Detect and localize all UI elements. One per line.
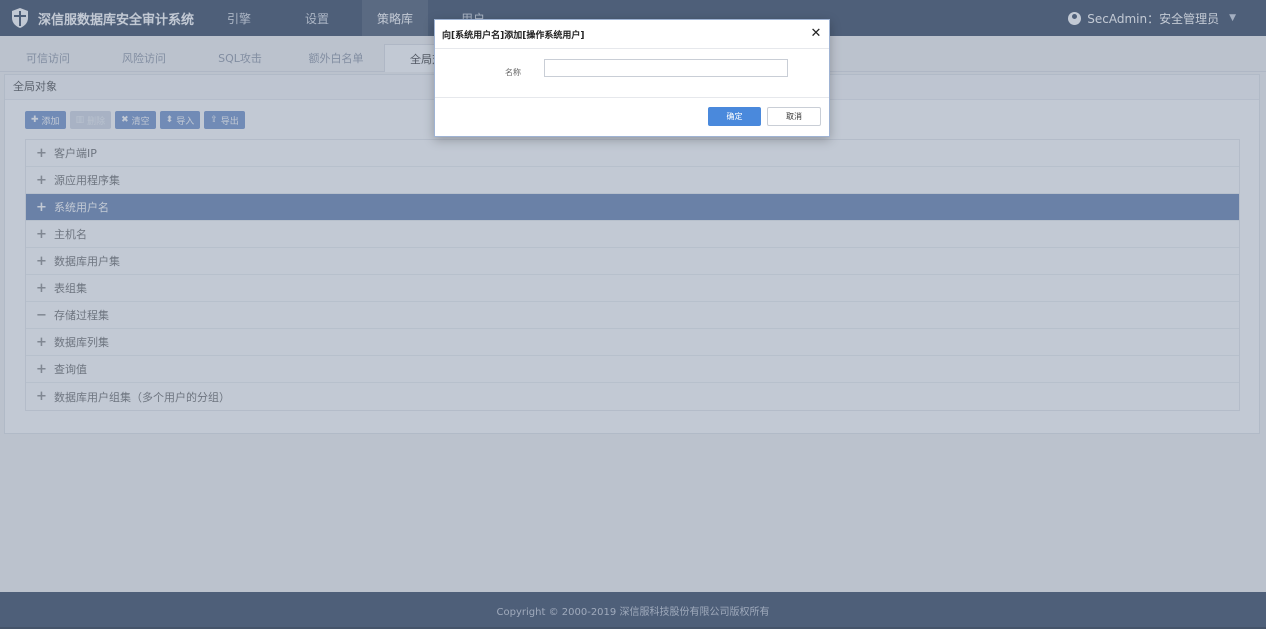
cancel-button[interactable]: 取消	[767, 107, 821, 126]
name-input[interactable]	[544, 59, 788, 77]
name-field-label: 名称	[505, 68, 521, 77]
confirm-button[interactable]: 确定	[708, 107, 761, 126]
add-os-user-dialog: 向[系统用户名]添加[操作系统用户] ✕ 名称 确定 取消	[434, 19, 830, 137]
dialog-title: 向[系统用户名]添加[操作系统用户]	[442, 30, 585, 41]
dialog-footer: 确定 取消	[435, 98, 829, 136]
dialog-header: 向[系统用户名]添加[操作系统用户] ✕	[435, 20, 829, 49]
dialog-body: 名称	[435, 49, 829, 98]
close-icon[interactable]: ✕	[808, 25, 824, 41]
